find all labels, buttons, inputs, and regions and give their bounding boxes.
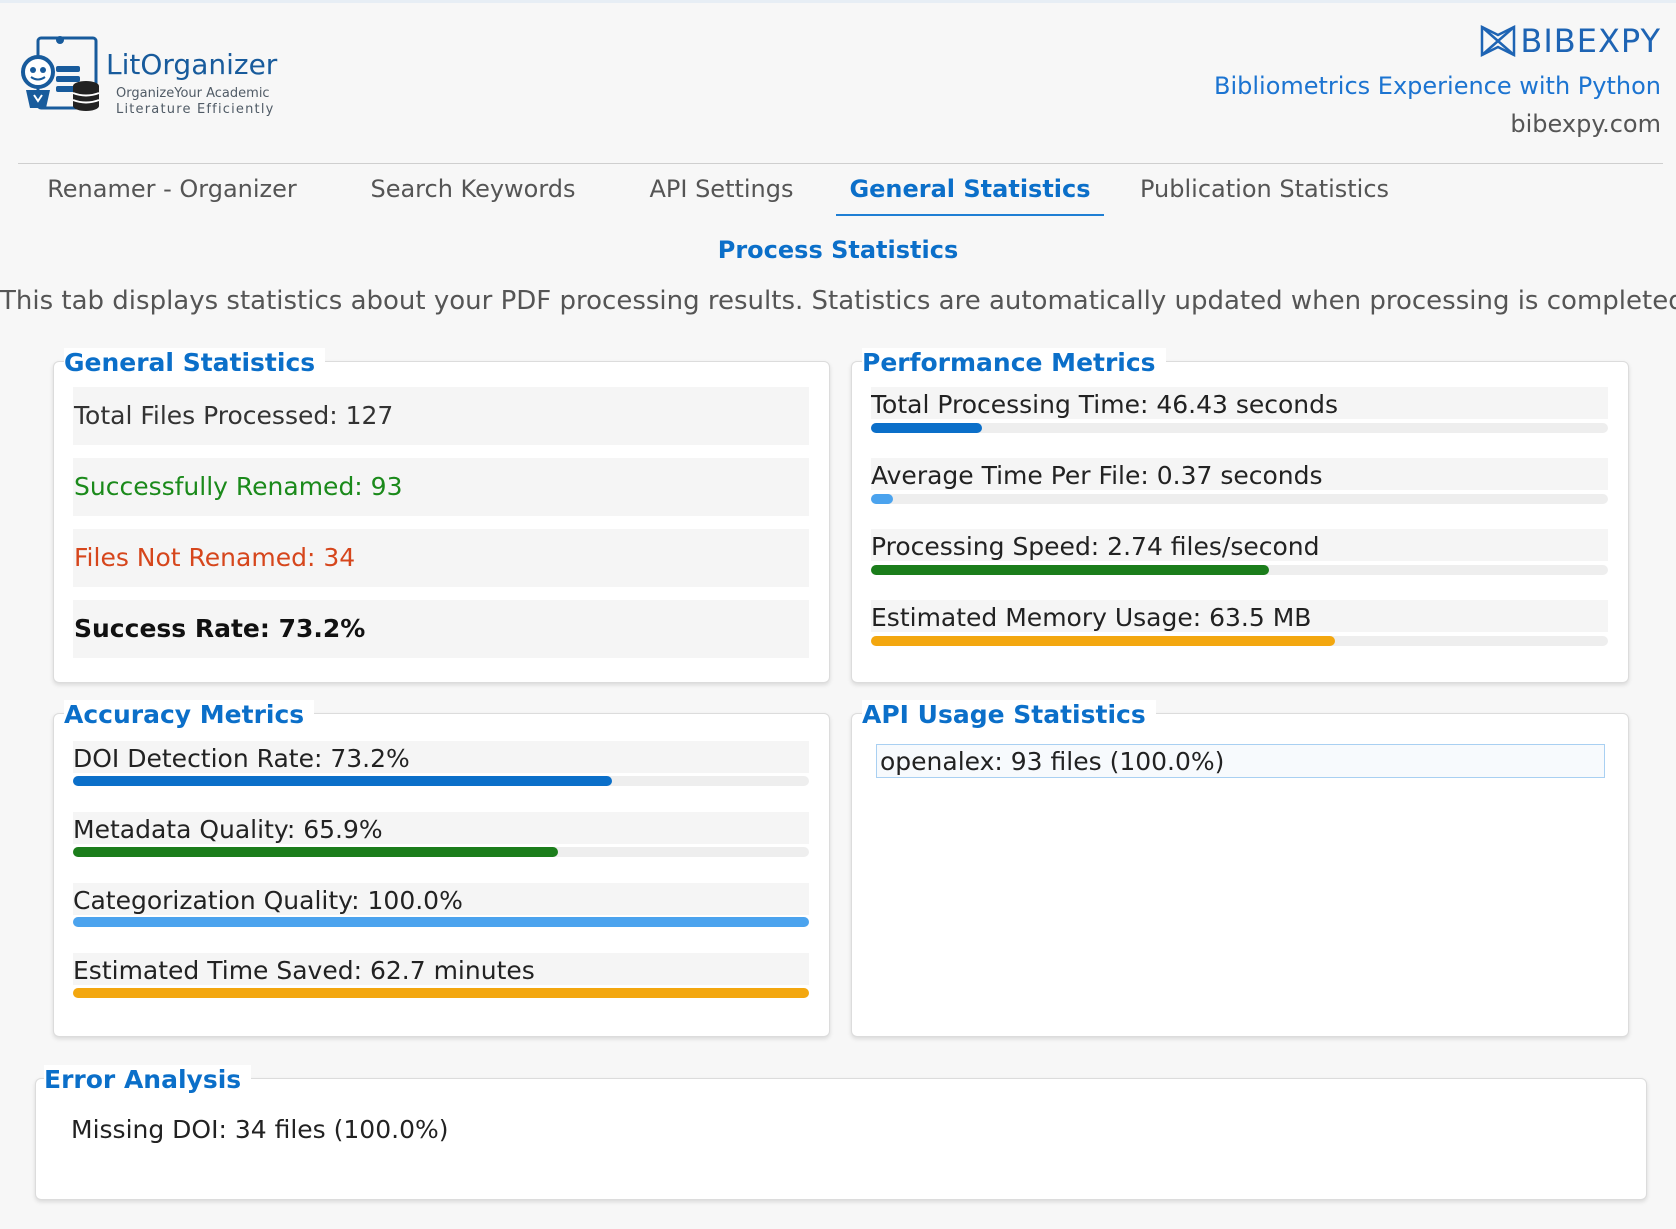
app-logo: LitOrganizer OrganizeYour Academic Liter… bbox=[18, 34, 278, 124]
metric-categorization-quality-label: Categorization Quality: 100.0% bbox=[73, 883, 809, 915]
metric-time-saved-bar bbox=[73, 988, 809, 998]
metric-processing-time-bar bbox=[871, 423, 1608, 433]
tab-bar: Renamer - Organizer Search Keywords API … bbox=[0, 164, 1676, 216]
brand-tagline: Bibliometrics Experience with Python bbox=[1213, 72, 1661, 100]
metric-memory-usage-bar bbox=[871, 636, 1608, 646]
stat-total-files: Total Files Processed: 127 bbox=[73, 387, 809, 445]
brand-block: BIBEXPY Bibliometrics Experience with Py… bbox=[1214, 18, 1661, 138]
top-accent-line bbox=[0, 0, 1676, 3]
metric-processing-speed-label: Processing Speed: 2.74 files/second bbox=[871, 529, 1608, 561]
general-statistics-panel: General Statistics Total Files Processed… bbox=[53, 348, 830, 683]
metric-processing-time-fill bbox=[871, 423, 982, 433]
metric-time-saved-label: Estimated Time Saved: 62.7 minutes bbox=[73, 953, 809, 985]
stat-files-not-renamed: Files Not Renamed: 34 bbox=[73, 529, 809, 587]
page-description: This tab displays statistics about your … bbox=[0, 286, 1676, 316]
bibexpy-logo-icon bbox=[1481, 24, 1516, 58]
stat-total-files-text: Total Files Processed: 127 bbox=[74, 401, 394, 430]
logo-subtitle-line-2: Literature Efficiently bbox=[116, 102, 275, 117]
metric-categorization-quality-fill bbox=[73, 917, 809, 927]
tab-general-statistics[interactable]: General Statistics bbox=[836, 164, 1104, 216]
brand-name: BIBEXPY bbox=[1520, 22, 1661, 60]
robot-database-icon bbox=[21, 36, 100, 111]
logo-subtitle: OrganizeYour Academic Literature Efficie… bbox=[116, 86, 275, 118]
metric-metadata-quality-fill bbox=[73, 847, 559, 857]
panel-title-performance-metrics: Performance Metrics bbox=[862, 348, 1166, 378]
panel-title-api-usage: API Usage Statistics bbox=[862, 700, 1156, 730]
metric-avg-time-bar bbox=[871, 494, 1608, 504]
panel-title-accuracy-metrics: Accuracy Metrics bbox=[64, 700, 315, 730]
api-usage-item: openalex: 93 files (100.0%) bbox=[876, 744, 1605, 778]
metric-doi-detection-bar bbox=[73, 776, 809, 786]
tab-api-settings[interactable]: API Settings bbox=[640, 164, 803, 214]
metric-time-saved-fill bbox=[73, 988, 809, 998]
accuracy-metrics-panel: Accuracy Metrics DOI Detection Rate: 73.… bbox=[53, 700, 830, 1037]
brand-row: BIBEXPY bbox=[1214, 18, 1661, 64]
metric-processing-time-label: Total Processing Time: 46.43 seconds bbox=[871, 387, 1608, 419]
metric-categorization-quality-bar bbox=[73, 917, 809, 927]
tab-renamer-organizer[interactable]: Renamer - Organizer bbox=[44, 164, 300, 214]
page-title: Process Statistics bbox=[717, 236, 959, 264]
metric-avg-time-label: Average Time Per File: 0.37 seconds bbox=[871, 458, 1608, 490]
tab-search-keywords[interactable]: Search Keywords bbox=[360, 164, 586, 214]
metric-metadata-quality-label: Metadata Quality: 65.9% bbox=[73, 812, 809, 844]
error-item: Missing DOI: 34 files (100.0%) bbox=[71, 1115, 449, 1144]
api-usage-panel: API Usage Statistics openalex: 93 files … bbox=[851, 700, 1629, 1037]
error-analysis-panel: Error Analysis Missing DOI: 34 files (10… bbox=[35, 1065, 1647, 1200]
stat-successfully-renamed-text: Successfully Renamed: 93 bbox=[74, 472, 403, 501]
panel-title-general-statistics: General Statistics bbox=[64, 348, 326, 378]
stat-success-rate: Success Rate: 73.2% bbox=[73, 600, 809, 658]
metric-processing-speed-bar bbox=[871, 565, 1608, 575]
metric-metadata-quality-bar bbox=[73, 847, 809, 857]
stat-successfully-renamed: Successfully Renamed: 93 bbox=[73, 458, 809, 516]
metric-memory-usage-fill bbox=[871, 636, 1336, 646]
metric-memory-usage-label: Estimated Memory Usage: 63.5 MB bbox=[871, 600, 1608, 632]
metric-doi-detection-fill bbox=[73, 776, 612, 786]
stat-success-rate-text: Success Rate: 73.2% bbox=[74, 614, 366, 643]
logo-title: LitOrganizer bbox=[106, 48, 278, 81]
performance-metrics-panel: Performance Metrics Total Processing Tim… bbox=[851, 348, 1629, 683]
stat-files-not-renamed-text: Files Not Renamed: 34 bbox=[74, 543, 356, 572]
metric-avg-time-fill bbox=[871, 494, 894, 504]
panel-title-error-analysis: Error Analysis bbox=[44, 1065, 252, 1095]
logo-subtitle-line-1: OrganizeYour Academic bbox=[116, 86, 270, 101]
tab-publication-statistics[interactable]: Publication Statistics bbox=[1140, 164, 1389, 214]
brand-website-link[interactable]: bibexpy.com bbox=[1214, 110, 1661, 138]
metric-doi-detection-label: DOI Detection Rate: 73.2% bbox=[73, 741, 809, 773]
metric-processing-speed-fill bbox=[871, 565, 1269, 575]
